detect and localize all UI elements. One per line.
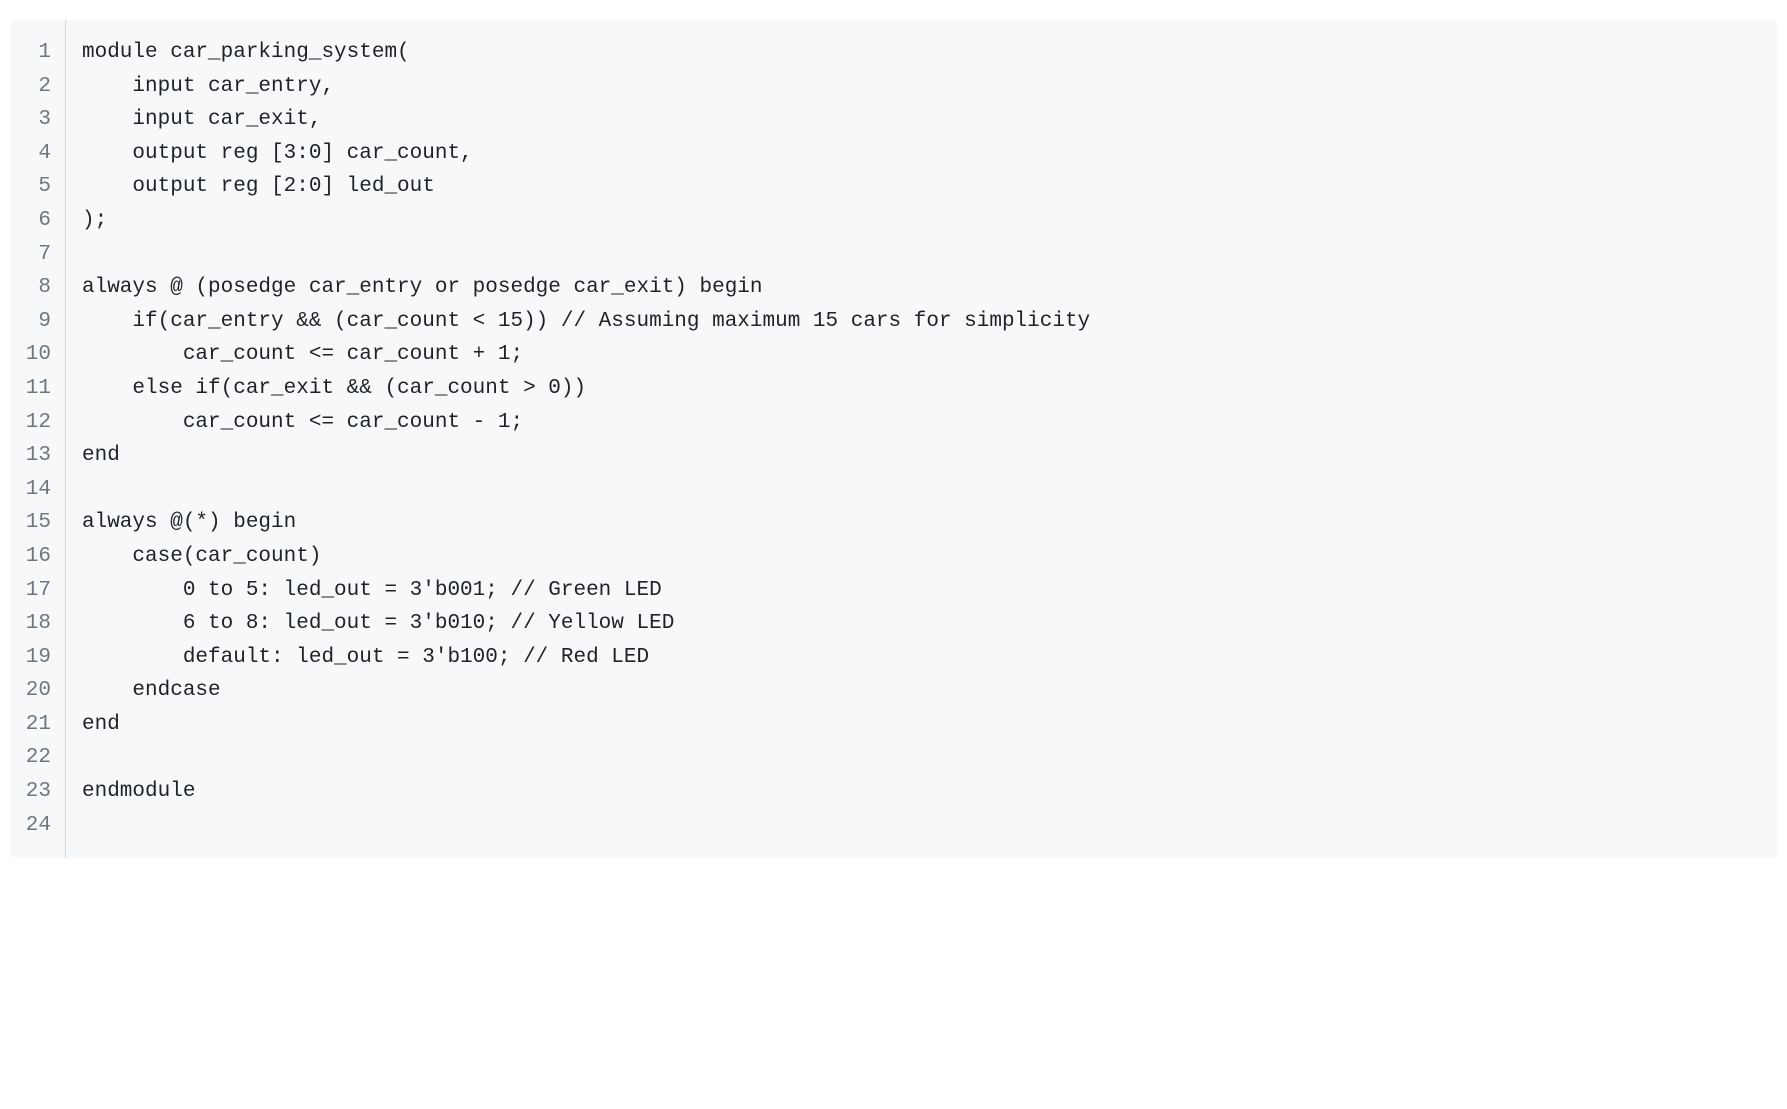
line-number: 1 xyxy=(10,36,65,70)
line-number: 8 xyxy=(10,271,65,305)
line-number: 13 xyxy=(10,439,65,473)
line-number: 10 xyxy=(10,338,65,372)
code-line: always @(*) begin xyxy=(66,506,1777,540)
line-number: 3 xyxy=(10,103,65,137)
code-line xyxy=(66,741,1777,775)
line-number: 12 xyxy=(10,406,65,440)
code-line: 6 to 8: led_out = 3'b010; // Yellow LED xyxy=(66,607,1777,641)
code-line: default: led_out = 3'b100; // Red LED xyxy=(66,641,1777,675)
line-number: 23 xyxy=(10,775,65,809)
code-line: if(car_entry && (car_count < 15)) // Ass… xyxy=(66,305,1777,339)
code-line: endcase xyxy=(66,674,1777,708)
line-number: 20 xyxy=(10,674,65,708)
code-line: 0 to 5: led_out = 3'b001; // Green LED xyxy=(66,574,1777,608)
line-number: 16 xyxy=(10,540,65,574)
line-number: 15 xyxy=(10,506,65,540)
line-number-gutter: 123456789101112131415161718192021222324 xyxy=(10,20,66,858)
code-line: always @ (posedge car_entry or posedge c… xyxy=(66,271,1777,305)
code-line: ); xyxy=(66,204,1777,238)
line-number: 21 xyxy=(10,708,65,742)
code-line: output reg [3:0] car_count, xyxy=(66,137,1777,171)
code-block: 123456789101112131415161718192021222324 … xyxy=(10,20,1777,858)
line-number: 11 xyxy=(10,372,65,406)
code-line: else if(car_exit && (car_count > 0)) xyxy=(66,372,1777,406)
line-number: 2 xyxy=(10,70,65,104)
line-number: 19 xyxy=(10,641,65,675)
line-number: 14 xyxy=(10,473,65,507)
code-line xyxy=(66,238,1777,272)
code-line: case(car_count) xyxy=(66,540,1777,574)
code-line: endmodule xyxy=(66,775,1777,809)
code-line: output reg [2:0] led_out xyxy=(66,170,1777,204)
line-number: 9 xyxy=(10,305,65,339)
line-number: 22 xyxy=(10,741,65,775)
code-line xyxy=(66,809,1777,843)
code-line: car_count <= car_count + 1; xyxy=(66,338,1777,372)
line-number: 5 xyxy=(10,170,65,204)
code-content[interactable]: module car_parking_system( input car_ent… xyxy=(66,20,1777,858)
line-number: 6 xyxy=(10,204,65,238)
code-line: module car_parking_system( xyxy=(66,36,1777,70)
line-number: 4 xyxy=(10,137,65,171)
code-line: end xyxy=(66,439,1777,473)
line-number: 17 xyxy=(10,574,65,608)
line-number: 24 xyxy=(10,809,65,843)
code-line: end xyxy=(66,708,1777,742)
code-line: car_count <= car_count - 1; xyxy=(66,406,1777,440)
code-line: input car_entry, xyxy=(66,70,1777,104)
line-number: 7 xyxy=(10,238,65,272)
code-line xyxy=(66,473,1777,507)
code-line: input car_exit, xyxy=(66,103,1777,137)
line-number: 18 xyxy=(10,607,65,641)
